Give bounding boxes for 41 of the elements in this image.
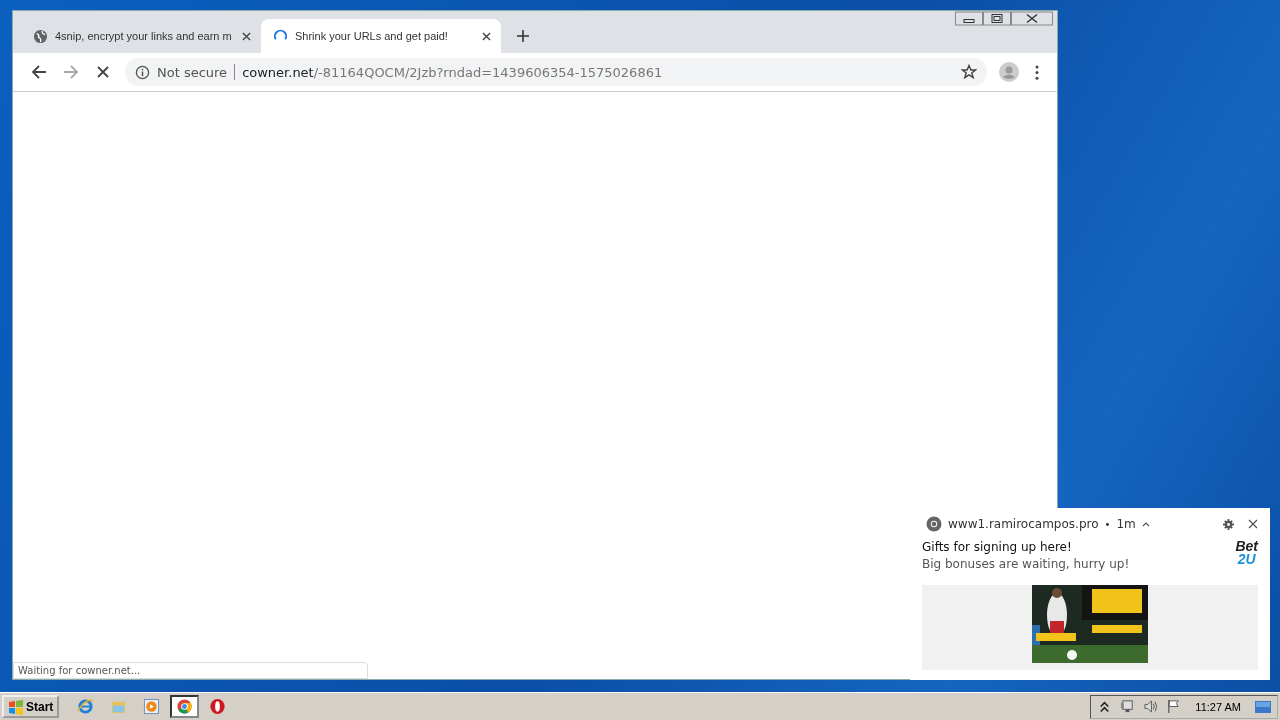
menu-icon[interactable] — [1035, 64, 1039, 80]
profile-avatar-icon[interactable] — [999, 62, 1019, 82]
media-player-icon — [143, 698, 161, 715]
start-button[interactable]: Start — [2, 695, 60, 718]
browser-tab[interactable]: 4snip, encrypt your links and earn m — [21, 19, 261, 53]
logo-text: 2U — [1237, 553, 1256, 567]
network-icon[interactable] — [1120, 699, 1136, 714]
close-icon[interactable] — [242, 31, 251, 41]
status-bubble: Waiting for cowner.net... — [13, 662, 368, 679]
notification-time: 1m — [1116, 517, 1136, 531]
back-icon[interactable] — [31, 64, 47, 80]
star-icon[interactable] — [961, 64, 977, 80]
chrome-icon — [176, 698, 194, 715]
ie-icon — [77, 698, 95, 715]
chrome-logo-icon — [926, 516, 942, 532]
url-text: cowner.net/-81164QOCM/2Jzb?rndad=1439606354-1575026861 — [242, 64, 664, 80]
restore-icon[interactable] — [983, 11, 1011, 26]
taskbar-app[interactable] — [170, 695, 200, 718]
logo-text: Bet — [1235, 540, 1258, 554]
settings-icon[interactable] — [1223, 518, 1234, 530]
clock-text[interactable]: 11:27 AM — [1195, 700, 1241, 713]
chevron-up-icon[interactable] — [1141, 521, 1150, 527]
close-icon[interactable] — [482, 31, 491, 41]
notification-title: Gifts for signing up here! — [922, 540, 1073, 554]
windows-logo-icon — [8, 698, 24, 715]
address-bar[interactable]: Not secure cowner.net/-81164QOCM/2Jzb?rndad=1439606354-1575026861 — [125, 58, 987, 86]
notification-site: www1.ramirocampos.pro — [948, 517, 1099, 531]
separator-dot: • — [1104, 518, 1111, 530]
close-icon[interactable] — [1248, 519, 1258, 529]
minimize-icon[interactable] — [955, 11, 983, 26]
close-window-icon[interactable] — [1011, 11, 1053, 26]
flag-icon[interactable] — [1166, 699, 1182, 714]
browser-tab[interactable]: Shrink your URLs and get paid! — [261, 19, 501, 53]
opera-icon — [209, 698, 227, 715]
stop-icon[interactable] — [95, 64, 111, 80]
security-label: Not secure — [157, 64, 228, 80]
speaker-icon[interactable] — [1143, 699, 1159, 714]
new-tab-icon[interactable] — [517, 30, 529, 42]
info-icon — [135, 64, 150, 80]
show-desktop-icon[interactable] — [1255, 700, 1271, 713]
notification-message: Big bonuses are waiting, hurry up! — [922, 557, 1131, 571]
